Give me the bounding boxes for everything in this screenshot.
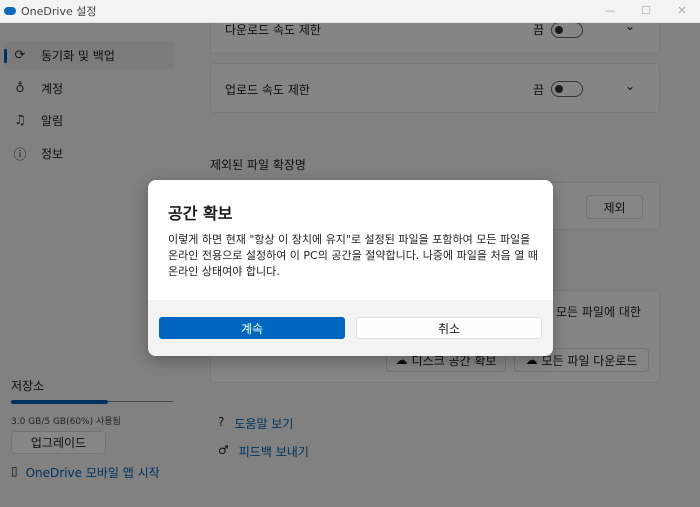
dialog-footer: 계속 취소 [148, 300, 553, 356]
dialog-body: 이렇게 하면 현재 "항상 이 장치에 유지"로 설정된 파일을 포함하여 모든… [168, 233, 538, 278]
title-bar: OneDrive 설정 — ☐ ✕ [0, 0, 700, 23]
close-button[interactable]: ✕ [672, 3, 692, 19]
dialog-title: 공간 확보 [168, 204, 233, 223]
cancel-button[interactable]: 취소 [356, 317, 542, 339]
maximize-button[interactable]: ☐ [636, 3, 656, 19]
free-space-dialog: 공간 확보 이렇게 하면 현재 "항상 이 장치에 유지"로 설정된 파일을 포… [148, 180, 553, 356]
onedrive-cloud-icon [4, 7, 16, 15]
continue-button[interactable]: 계속 [159, 317, 345, 339]
window-title: OneDrive 설정 [21, 5, 97, 18]
minimize-button[interactable]: — [600, 3, 620, 19]
